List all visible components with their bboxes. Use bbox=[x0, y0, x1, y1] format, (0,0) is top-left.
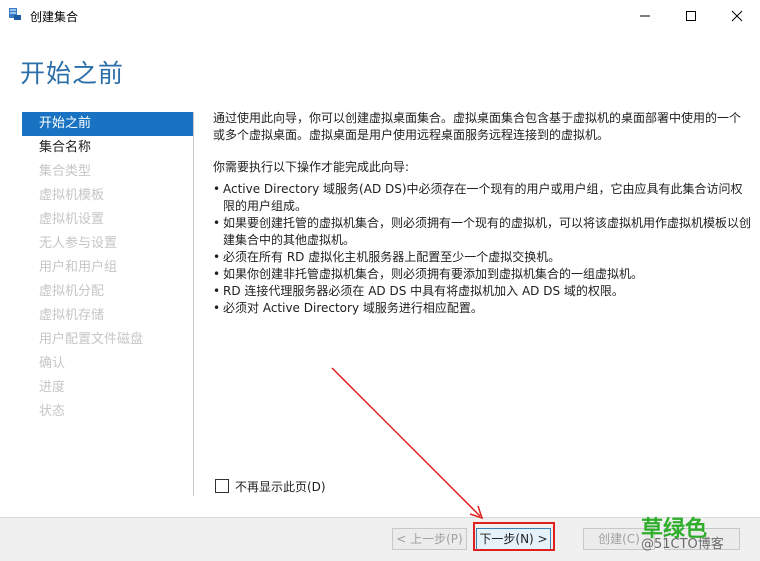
nav-item-users-groups: 用户和用户组 bbox=[39, 260, 118, 275]
nav-item-status: 状态 bbox=[39, 404, 66, 419]
nav-item-before-you-begin[interactable]: 开始之前 bbox=[22, 112, 194, 136]
nav-item-vm-template: 虚拟机模板 bbox=[39, 188, 105, 203]
dont-show-again-checkbox[interactable] bbox=[215, 479, 229, 493]
intro-text: 通过使用此向导，你可以创建虚拟桌面集合。虚拟桌面集合包含基于虚拟机的桌面部署中使… bbox=[213, 111, 742, 142]
maximize-icon bbox=[686, 11, 696, 21]
annotation-highlight-box bbox=[473, 522, 555, 551]
maximize-button[interactable] bbox=[668, 0, 714, 32]
nav-divider bbox=[193, 112, 194, 496]
window-title: 创建集合 bbox=[30, 10, 79, 24]
nav-item-vm-storage: 虚拟机存储 bbox=[39, 308, 105, 323]
nav-item-unattended-settings: 无人参与设置 bbox=[39, 236, 118, 251]
list-item: 必须在所有 RD 虚拟化主机服务器上配置至少一个虚拟交换机。 bbox=[213, 249, 751, 266]
nav-item-vm-allocation: 虚拟机分配 bbox=[39, 284, 105, 299]
requirements-heading: 你需要执行以下操作才能完成此向导: bbox=[213, 160, 410, 174]
nav-item-collection-type: 集合类型 bbox=[39, 164, 92, 179]
nav-item-user-profile-disks: 用户配置文件磁盘 bbox=[39, 332, 144, 347]
page-title: 开始之前 bbox=[20, 59, 125, 88]
nav-item-progress: 进度 bbox=[39, 380, 66, 395]
list-item: RD 连接代理服务器必须在 AD DS 中具有将虚拟机加入 AD DS 域的权限… bbox=[213, 283, 751, 300]
nav-item-collection-name[interactable]: 集合名称 bbox=[22, 136, 194, 160]
wizard-nav: 开始之前 集合名称 集合类型 虚拟机模板 虚拟机设置 无人参与设置 用户和用户组… bbox=[22, 112, 194, 424]
dont-show-again-row[interactable]: 不再显示此页(D) bbox=[215, 478, 326, 494]
dont-show-again-label[interactable]: 不再显示此页(D) bbox=[235, 478, 326, 495]
wizard-content: 通过使用此向导，你可以创建虚拟桌面集合。虚拟桌面集合包含基于虚拟机的桌面部署中使… bbox=[213, 110, 751, 317]
nav-item-vm-settings: 虚拟机设置 bbox=[39, 212, 105, 227]
minimize-icon bbox=[640, 15, 650, 17]
server-manager-icon bbox=[9, 8, 21, 20]
nav-item-confirmation: 确认 bbox=[39, 356, 66, 371]
watermark-site-text: @51CTO博客 bbox=[641, 537, 724, 552]
previous-button[interactable]: < 上一步(P) bbox=[392, 528, 467, 550]
close-button[interactable] bbox=[714, 0, 760, 32]
list-item: 如果你创建非托管虚拟机集合，则必须拥有要添加到虚拟机集合的一组虚拟机。 bbox=[213, 266, 751, 283]
list-item: Active Directory 域服务(AD DS)中必须存在一个现有的用户或… bbox=[213, 181, 751, 215]
requirements-list: Active Directory 域服务(AD DS)中必须存在一个现有的用户或… bbox=[213, 181, 751, 317]
title-bar: 创建集合 bbox=[0, 0, 760, 32]
list-item: 必须对 Active Directory 域服务进行相应配置。 bbox=[213, 300, 751, 317]
list-item: 如果要创建托管的虚拟机集合，则必须拥有一个现有的虚拟机，可以将该虚拟机用作虚拟机… bbox=[213, 215, 751, 249]
close-icon bbox=[731, 10, 743, 22]
minimize-button[interactable] bbox=[622, 0, 668, 32]
